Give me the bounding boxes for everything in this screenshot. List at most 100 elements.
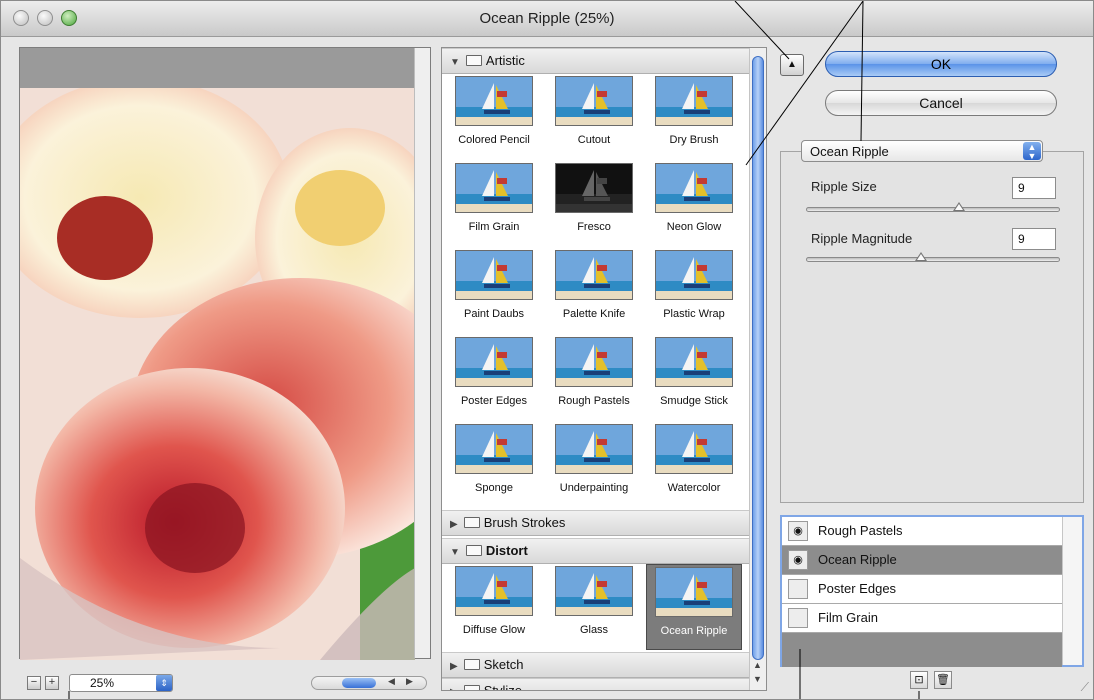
filter-thumb-label: Underpainting: [559, 482, 629, 494]
filter-thumbnail-image: [555, 566, 633, 616]
filter-thumb-label: Sponge: [475, 482, 513, 494]
title-bar: Ocean Ripple (25%): [1, 1, 1093, 37]
category-label: Sketch: [483, 657, 524, 672]
trash-icon[interactable]: 🗑: [934, 671, 952, 689]
filter-thumb-label: Watercolor: [667, 482, 721, 494]
zoom-out-button[interactable]: −: [27, 676, 41, 690]
effect-layers-list: ◉ Rough Pastels ◉ Ocean Ripple Poster Edges F…: [780, 515, 1084, 667]
filter-thumbnail-image: [655, 337, 733, 387]
folder-icon: [463, 517, 480, 528]
filter-select[interactable]: Ocean Ripple ▲ ▼: [801, 140, 1043, 162]
folder-icon: [465, 545, 482, 556]
select-stepper-icon[interactable]: ▲ ▼: [1023, 142, 1041, 161]
collapse-gallery-button[interactable]: ▲: [780, 54, 804, 76]
filter-thumb[interactable]: Rough Pastels: [546, 337, 642, 407]
effect-layer-name: Rough Pastels: [818, 523, 903, 538]
filter-thumb[interactable]: Plastic Wrap: [646, 250, 742, 320]
filter-thumb-label: Glass: [579, 624, 609, 636]
visibility-toggle[interactable]: [788, 579, 808, 599]
scroll-down-icon[interactable]: ▼: [753, 674, 762, 684]
filter-thumb-label: Rough Pastels: [558, 395, 630, 407]
visibility-toggle[interactable]: [788, 608, 808, 628]
filter-thumb[interactable]: Glass: [546, 564, 642, 650]
preview-pane[interactable]: [19, 47, 431, 660]
filter-thumbnail-image: [455, 250, 533, 300]
eye-icon[interactable]: ◉: [788, 550, 808, 570]
disclosure-closed-icon[interactable]: ▶: [450, 687, 458, 690]
folder-icon: [465, 55, 482, 66]
filter-thumb[interactable]: Watercolor: [646, 424, 742, 494]
disclosure-closed-icon[interactable]: ▶: [450, 661, 458, 672]
ripple-magnitude-field[interactable]: 9: [1012, 228, 1056, 250]
scroll-right-icon[interactable]: ▶: [406, 676, 413, 687]
filter-thumb[interactable]: Ocean Ripple: [646, 564, 742, 650]
ripple-size-field[interactable]: 9: [1012, 177, 1056, 199]
filter-thumb[interactable]: Fresco: [546, 163, 642, 233]
ripple-magnitude-slider[interactable]: [806, 252, 1060, 262]
zoom-stepper-icon[interactable]: ⇕: [156, 675, 172, 691]
filter-thumb[interactable]: Neon Glow: [646, 163, 742, 233]
filter-thumb-label: Paint Daubs: [464, 308, 524, 320]
zoom-select[interactable]: 25% ⇕: [69, 674, 173, 692]
category-brush-strokes[interactable]: ▶ Brush Strokes: [442, 510, 750, 536]
filter-thumb-label: Film Grain: [468, 221, 520, 233]
filter-thumb-label: Diffuse Glow: [462, 624, 526, 636]
resize-grip-icon[interactable]: ⟋: [1081, 680, 1089, 695]
category-artistic[interactable]: ▼ Artistic: [442, 48, 750, 74]
category-distort[interactable]: ▼ Distort: [442, 538, 750, 564]
category-label: Artistic: [485, 53, 525, 68]
filter-thumb[interactable]: Palette Knife: [546, 250, 642, 320]
disclosure-open-icon[interactable]: ▼: [450, 57, 460, 68]
effect-layer-row[interactable]: Poster Edges: [782, 575, 1062, 604]
disclosure-open-icon[interactable]: ▼: [450, 547, 460, 558]
filter-thumb-label: Neon Glow: [666, 221, 722, 233]
filter-thumb[interactable]: Colored Pencil: [446, 76, 542, 146]
filter-thumbnail-image: [455, 163, 533, 213]
filter-thumb[interactable]: Cutout: [546, 76, 642, 146]
category-stylize[interactable]: ▶ Stylize: [442, 678, 750, 690]
filter-thumbnail-image: [655, 76, 733, 126]
folder-icon: [463, 659, 480, 670]
effect-layer-row[interactable]: ◉ Rough Pastels: [782, 517, 1062, 546]
filter-thumb[interactable]: Dry Brush: [646, 76, 742, 146]
disclosure-closed-icon[interactable]: ▶: [450, 519, 458, 530]
slider-knob-icon[interactable]: [915, 252, 928, 261]
filter-thumbnail-image: [455, 76, 533, 126]
eye-icon[interactable]: ◉: [788, 521, 808, 541]
filter-thumb[interactable]: Film Grain: [446, 163, 542, 233]
preview-image[interactable]: [20, 88, 415, 660]
layers-scrollbar[interactable]: [1062, 517, 1082, 665]
ripple-size-slider[interactable]: [806, 202, 1060, 212]
zoom-in-button[interactable]: +: [45, 676, 59, 690]
preview-vertical-scrollbar[interactable]: [414, 48, 430, 658]
filter-thumbnail-image: [455, 337, 533, 387]
filter-thumb[interactable]: Smudge Stick: [646, 337, 742, 407]
scroll-up-icon[interactable]: ▲: [753, 660, 762, 670]
scroll-thumb[interactable]: [342, 678, 376, 688]
filter-thumb-label: Smudge Stick: [660, 395, 728, 407]
new-effect-layer-icon[interactable]: ⊡: [910, 671, 928, 689]
filter-thumb[interactable]: Diffuse Glow: [446, 564, 542, 650]
filter-thumbnail-image: [555, 76, 633, 126]
filter-thumb-label: Cutout: [577, 134, 611, 146]
scroll-left-icon[interactable]: ◀: [388, 676, 395, 687]
filter-thumb[interactable]: Sponge: [446, 424, 542, 494]
filter-thumb-label: Fresco: [577, 221, 611, 233]
ok-button[interactable]: OK: [825, 51, 1057, 77]
filter-thumbnail-image: [655, 567, 733, 617]
filter-thumb[interactable]: Poster Edges: [446, 337, 542, 407]
filter-thumbnail-image: [555, 424, 633, 474]
category-sketch[interactable]: ▶ Sketch: [442, 652, 750, 678]
filter-thumb[interactable]: Paint Daubs: [446, 250, 542, 320]
filter-thumb[interactable]: Underpainting: [546, 424, 642, 494]
ripple-magnitude-label: Ripple Magnitude: [811, 231, 913, 246]
cancel-button[interactable]: Cancel: [825, 90, 1057, 116]
effect-layer-name: Poster Edges: [818, 581, 897, 596]
effect-layer-row[interactable]: ◉ Ocean Ripple: [782, 546, 1062, 575]
preview-horizontal-scrollbar[interactable]: ◀ ▶: [311, 676, 427, 690]
zoom-controls: − + 25% ⇕ ◀ ▶: [19, 673, 431, 695]
scroll-thumb[interactable]: [752, 56, 764, 660]
effect-layer-row[interactable]: Film Grain: [782, 604, 1062, 633]
slider-knob-icon[interactable]: [953, 202, 966, 211]
gallery-scrollbar[interactable]: ▲ ▼: [749, 48, 766, 690]
